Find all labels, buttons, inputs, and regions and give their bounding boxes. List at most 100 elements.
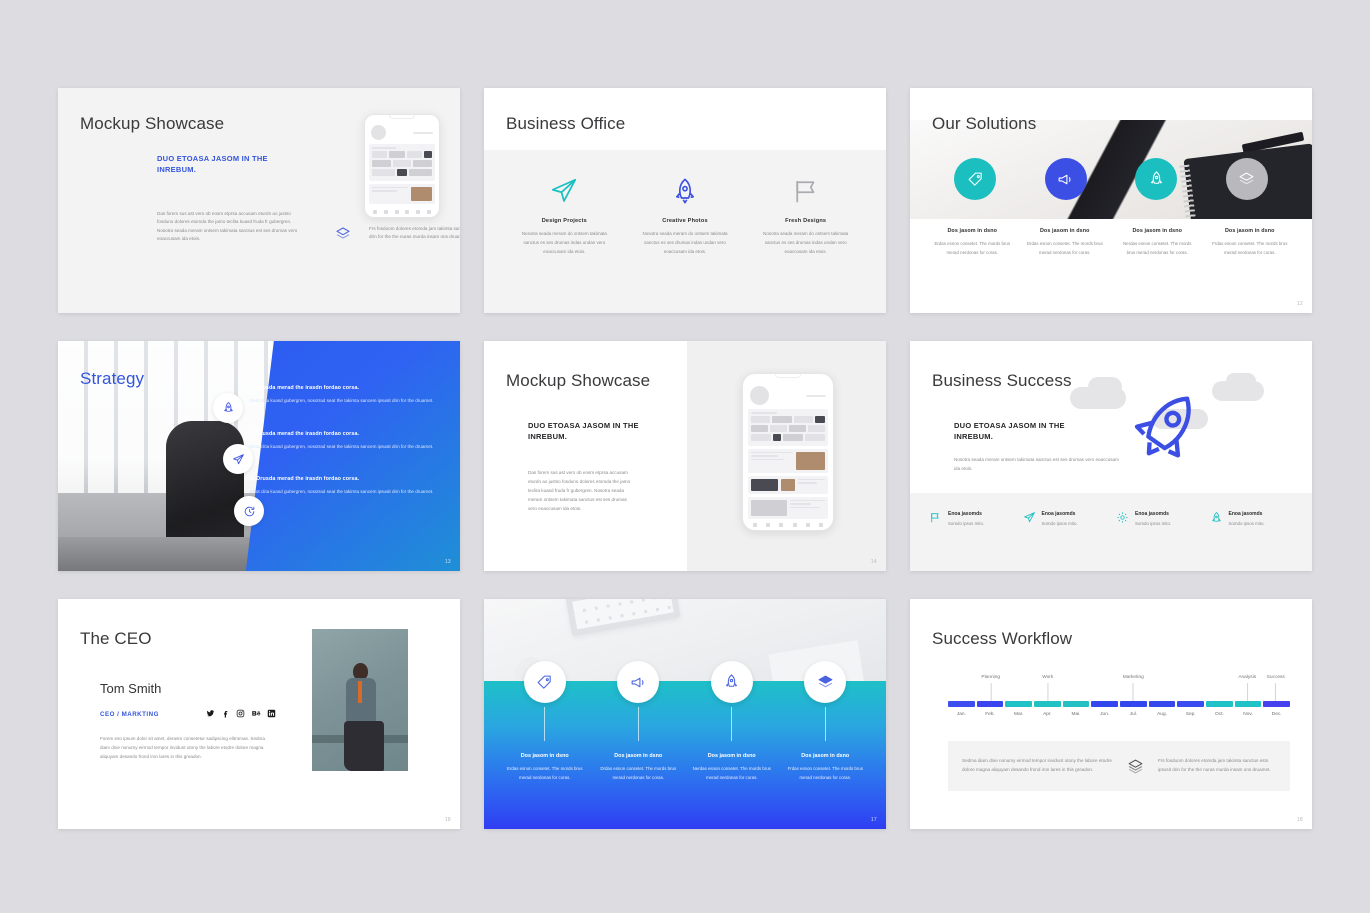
annotation-label: Analysis bbox=[1238, 675, 1257, 680]
timeline-bar[interactable] bbox=[1091, 701, 1119, 707]
rocket-illustration bbox=[1066, 369, 1266, 479]
feature-item[interactable]: Enoa jasomds Somdo ipsos mito. bbox=[1018, 511, 1112, 571]
feature-strip: Enoa jasomds Somdo ipsos mito. Enoa jaso… bbox=[910, 493, 1312, 571]
slide-success-workflow[interactable]: Success Workflow Planning Work Marketing An… bbox=[910, 599, 1312, 829]
slide-our-solutions[interactable]: Our Solutions Dos jasom in dsno Erdas es… bbox=[910, 88, 1312, 313]
timeline-bar[interactable] bbox=[948, 701, 975, 707]
slide-business-success[interactable]: Business Success DUO ETOASA JASOM IN THE… bbox=[910, 341, 1312, 571]
timeline-month-label: Jul. bbox=[1129, 712, 1138, 717]
timeline-annotation: Planning bbox=[981, 675, 1000, 701]
facebook-icon[interactable] bbox=[221, 709, 230, 718]
timeline-bar[interactable] bbox=[1177, 701, 1205, 707]
strategy-step[interactable]: 1. Drusda merad the irasdn fordao corsa.… bbox=[250, 385, 448, 406]
social-links bbox=[206, 709, 276, 718]
solution-card[interactable]: Dos jasom in dsno Nerdas esnon consetet.… bbox=[1111, 228, 1204, 257]
solution-card[interactable]: Dos jasom in dsno Erdas esnon consetet. … bbox=[926, 228, 1019, 257]
card-heading: Dos jasom in dsno bbox=[1132, 228, 1183, 234]
info-right-text: Frs fosduom dolores etomda jam takimta s… bbox=[1158, 758, 1271, 772]
kicker-text: DUO ETOASA JASOM IN THE INREBUM. bbox=[157, 154, 268, 174]
page-number: 18 bbox=[1296, 817, 1303, 823]
slide-mockup-showcase-1[interactable]: Mockup Showcase DUO ETOASA JASOM IN THE … bbox=[58, 88, 460, 313]
feature-heading: Enoa jasomds bbox=[1228, 511, 1263, 517]
feature-text: Somdo ipsos mito. bbox=[1041, 521, 1078, 526]
person-role: CEO / MARKTING bbox=[100, 711, 159, 718]
rocket-icon bbox=[213, 393, 243, 423]
step-text: Deot clita kuasd gubergren, nosotrad sea… bbox=[250, 489, 434, 495]
strategy-step[interactable]: 2. Drusda merad the irasdn fordao corsa.… bbox=[250, 431, 448, 452]
page-title: Business Office bbox=[506, 114, 626, 133]
annotation-connector bbox=[990, 683, 992, 701]
timeline-item[interactable]: Dos jasom in dsno Frdas esnon consetet. … bbox=[779, 661, 873, 782]
feature-item[interactable]: Enoa jasomds Somdo ipsos mito. bbox=[924, 511, 1018, 571]
twitter-icon[interactable] bbox=[206, 709, 215, 718]
annotation-connector bbox=[1047, 683, 1049, 701]
step-heading: 3. Drusda merad the irasdn fordao corsa. bbox=[250, 476, 360, 483]
solution-card[interactable]: Dos jasom in dsno Drdas esnon consetet. … bbox=[1019, 228, 1112, 257]
tag-icon bbox=[523, 661, 566, 703]
rocket-icon bbox=[1211, 512, 1221, 522]
timeline-bar[interactable] bbox=[1234, 701, 1262, 707]
page-number: 17 bbox=[870, 817, 877, 823]
page-number: 14 bbox=[870, 559, 877, 565]
feature-column[interactable]: Creative Photos Nosotra seada meram do o… bbox=[625, 172, 746, 313]
card-heading: Dos jasom in dsno bbox=[1224, 228, 1275, 234]
slide-the-ceo[interactable]: The CEO Tom Smith CEO / MARKTING Forem e… bbox=[58, 599, 460, 829]
feature-heading: Enoa jasomds bbox=[1041, 511, 1076, 517]
timeline-bar[interactable] bbox=[1062, 701, 1090, 707]
solution-circle[interactable] bbox=[1135, 158, 1178, 200]
timeline-month-label: Jan. bbox=[956, 712, 966, 717]
slide-mockup-showcase-2[interactable]: Mockup Showcase DUO ETOASA JASOM IN THE … bbox=[484, 341, 886, 571]
timeline-month-label: Mar. bbox=[1014, 712, 1024, 717]
timeline-month-label: Mai. bbox=[1071, 712, 1081, 717]
megaphone-icon bbox=[617, 661, 660, 703]
flag-icon bbox=[759, 172, 852, 210]
feature-item[interactable]: Enoa jasomds Somdo ipsos mito. bbox=[1111, 511, 1205, 571]
page-title: Mockup Showcase bbox=[506, 371, 651, 390]
card-text: Erdas esnon consetet. The mords brus mer… bbox=[934, 241, 1011, 255]
solution-circle[interactable] bbox=[1044, 158, 1087, 200]
timeline-month-label: Feb. bbox=[985, 712, 995, 717]
timeline-bar[interactable] bbox=[1263, 701, 1291, 707]
page-title: Success Workflow bbox=[932, 629, 1073, 648]
timeline-bar[interactable] bbox=[1120, 701, 1147, 707]
timeline-bar[interactable] bbox=[1034, 701, 1061, 707]
instagram-icon[interactable] bbox=[236, 709, 245, 718]
person-photo bbox=[312, 629, 408, 771]
timeline-item[interactable]: Dos jasom in dsno Drdas esnon consetet. … bbox=[592, 661, 686, 782]
feature-text: Nosotra seada meram do ontsem takimata s… bbox=[763, 231, 849, 254]
person-name: Tom Smith bbox=[100, 681, 162, 696]
slide-business-office[interactable]: Business Office Design Projects Nosotra … bbox=[484, 88, 886, 313]
timeline-bar[interactable] bbox=[1148, 701, 1176, 707]
feature-column[interactable]: Design Projects Nosotra seada meram do o… bbox=[504, 172, 625, 313]
strategy-step[interactable]: 3. Drusda merad the irasdn fordao corsa.… bbox=[250, 476, 448, 497]
slide-deck: Mockup Showcase DUO ETOASA JASOM IN THE … bbox=[0, 0, 1370, 913]
linkedin-icon[interactable] bbox=[267, 709, 276, 718]
flag-icon bbox=[931, 513, 939, 523]
behance-icon[interactable] bbox=[251, 709, 261, 718]
solution-circle[interactable] bbox=[1225, 158, 1268, 200]
timeline-annotation: Marketing bbox=[1123, 675, 1144, 701]
solution-cards: Dos jasom in dsno Erdas esnon consetet. … bbox=[910, 228, 1312, 257]
timeline-month-labels: Jan. Feb. Mar. Apr. Mai. Jun. Jul. Aug. Sep. Oct.… bbox=[948, 712, 1290, 717]
slide-timeline-photo[interactable]: Dos jasom in dsno Erdas esnon consetet. … bbox=[484, 599, 886, 829]
timeline-annotation: Analysis bbox=[1238, 675, 1256, 701]
solution-card[interactable]: Dos jasom in dsno Frdas esnon consetet. … bbox=[1204, 228, 1297, 257]
step-heading: 2. Drusda merad the irasdn fordao corsa. bbox=[250, 430, 360, 437]
feature-column[interactable]: Fresh Designs Nosotra seada meram do ont… bbox=[745, 172, 866, 313]
feature-heading: Creative Photos bbox=[662, 218, 708, 224]
feature-item[interactable]: Enoa jasomds Somdo ipsos mito. bbox=[1205, 511, 1299, 571]
timeline-item[interactable]: Dos jasom in dsno Erdas esnon consetet. … bbox=[498, 661, 592, 782]
item-text: Drdas esnon consetet. The mords brus mer… bbox=[600, 766, 677, 780]
feature-text: Somdo ipsos mito. bbox=[948, 521, 985, 526]
card-heading: Dos jasom in dsno bbox=[947, 228, 998, 234]
slide-strategy[interactable]: Strategy 1. Drusda merad the irasdn ford… bbox=[58, 341, 460, 571]
info-left-text: Sedma diam dnie nonumy eirmod tempor inv… bbox=[962, 758, 1112, 772]
annotation-connector bbox=[1275, 683, 1277, 701]
annotation-connector bbox=[1132, 683, 1134, 701]
timeline-item[interactable]: Dos jasom in dsno Nerdas esnon consetet.… bbox=[685, 661, 779, 782]
timeline-bar[interactable] bbox=[1206, 701, 1233, 707]
timeline-bar[interactable] bbox=[976, 701, 1004, 707]
timeline-bar[interactable] bbox=[1005, 701, 1033, 707]
layers-icon bbox=[1239, 172, 1254, 184]
solution-circle[interactable] bbox=[954, 158, 997, 200]
